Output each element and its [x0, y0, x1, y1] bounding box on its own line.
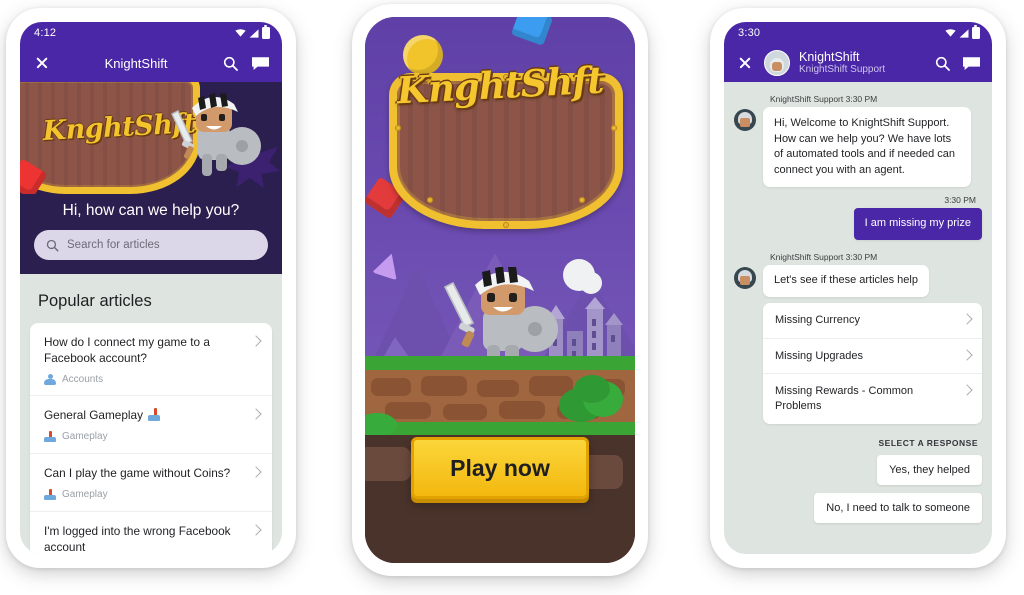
list-item[interactable]: How do I connect my game to a Facebook a…: [30, 323, 272, 396]
status-time: 4:12: [34, 27, 57, 39]
list-item[interactable]: Can I play the game without Coins? Gamep…: [30, 454, 272, 512]
list-item[interactable]: Missing Upgrades: [763, 339, 982, 375]
message-bubble: Hi, Welcome to KnightShift Support. How …: [763, 107, 971, 188]
search-icon[interactable]: [932, 53, 952, 73]
wifi-icon: [945, 29, 956, 37]
status-icons: [945, 25, 980, 39]
message-row-agent: Let's see if these articles help: [734, 265, 982, 297]
chevron-right-icon: [961, 348, 973, 361]
articles-card: How do I connect my game to a Facebook a…: [30, 323, 272, 554]
phone-mockup-game-splash: KnghtShft Play now: [352, 4, 648, 576]
status-icons: [235, 25, 270, 39]
status-time: 3:30: [738, 27, 761, 39]
message-row-agent: Hi, Welcome to KnightShift Support. How …: [734, 107, 982, 188]
chat-name: KnightShift: [799, 49, 860, 64]
response-options: Yes, they helped No, I need to talk to s…: [734, 455, 982, 531]
message-meta: 3:30 PM: [944, 195, 976, 206]
bush-decoration: [559, 375, 623, 422]
suggestion-label: Missing Rewards - Common Problems: [775, 385, 914, 413]
agent-avatar: [734, 267, 756, 290]
app-bar: KnightShift: [20, 44, 282, 82]
search-input[interactable]: Search for articles: [34, 230, 268, 260]
message-meta: KnightShift Support 3:30 PM: [770, 94, 878, 104]
phone-mockup-help-center: 4:12 KnightShift KnghtShft Hi, how can w…: [6, 8, 296, 568]
article-title: How do I connect my game to a Facebook a…: [44, 335, 210, 365]
chat-icon[interactable]: [250, 53, 270, 73]
message-row-user: I am missing my prize: [734, 208, 982, 241]
chat-app-bar: KnightShift KnightShift Support: [724, 44, 992, 82]
joystick-icon: [148, 407, 162, 422]
suggested-articles-card: Missing Currency Missing Upgrades Missin…: [763, 302, 982, 425]
hero-headline: Hi, how can we help you?: [62, 202, 240, 219]
joystick-icon: [44, 488, 56, 501]
chat-identity: KnightShift KnightShift Support: [799, 50, 923, 77]
chat-message-list: KnightShift Support 3:30 PM Hi, Welcome …: [724, 82, 992, 554]
article-title: I'm logged into the wrong Facebook accou…: [44, 523, 231, 554]
joystick-icon: [44, 430, 56, 443]
chevron-right-icon: [961, 384, 973, 397]
search-icon: [46, 239, 59, 252]
message-bubble: Let's see if these articles help: [763, 265, 929, 297]
bush-decoration: [365, 413, 397, 435]
article-category-label: Accounts: [62, 373, 104, 385]
page-title: Popular articles: [38, 292, 152, 310]
phone1-screen: 4:12 KnightShift KnghtShft Hi, how can w…: [20, 22, 282, 554]
phone3-screen: 3:30 KnightShift KnightShift Support Kni…: [724, 22, 992, 554]
search-placeholder: Search for articles: [67, 239, 160, 251]
response-option-no[interactable]: No, I need to talk to someone: [814, 493, 982, 524]
status-bar: 4:12: [20, 22, 282, 44]
close-icon[interactable]: [735, 53, 755, 73]
screenshot-canvas: 4:12 KnightShift KnghtShft Hi, how can w…: [0, 0, 1024, 595]
search-icon[interactable]: [220, 53, 240, 73]
article-category: Gameplay: [44, 430, 258, 443]
list-item[interactable]: General Gameplay Gameplay: [30, 396, 272, 454]
signal-icon: [959, 28, 969, 38]
article-category-label: Gameplay: [62, 431, 108, 443]
wifi-icon: [235, 29, 246, 37]
select-response-header: SELECT A RESPONSE: [878, 438, 978, 449]
suggestion-label: Missing Currency: [775, 313, 860, 326]
article-category-label: Gameplay: [62, 489, 108, 501]
popular-articles-panel: Popular articles How do I connect my gam…: [20, 274, 282, 554]
game-splash: KnghtShft Play now: [365, 17, 635, 563]
hero-banner: KnghtShft Hi, how can we help you? Searc…: [20, 82, 282, 274]
response-option-yes[interactable]: Yes, they helped: [877, 455, 982, 486]
list-item[interactable]: Missing Currency: [763, 303, 982, 339]
avatar: [764, 50, 790, 76]
chevron-right-icon: [961, 312, 973, 325]
app-title: KnightShift: [104, 55, 168, 71]
list-item[interactable]: Missing Rewards - Common Problems: [763, 374, 982, 424]
knight-character: [171, 93, 261, 176]
phone-mockup-chat: 3:30 KnightShift KnightShift Support Kni…: [710, 8, 1006, 568]
suggestion-label: Missing Upgrades: [775, 349, 864, 362]
close-icon[interactable]: [32, 53, 52, 73]
signal-icon: [249, 28, 259, 38]
status-bar: 3:30: [724, 22, 992, 44]
play-now-button[interactable]: Play now: [411, 437, 589, 499]
person-icon: [44, 373, 56, 385]
message-bubble: I am missing my prize: [853, 208, 982, 241]
hero-artwork: KnghtShft: [20, 82, 282, 194]
article-category: Accounts: [44, 373, 258, 385]
article-title: Can I play the game without Coins?: [44, 465, 231, 480]
message-meta: KnightShift Support 3:30 PM: [770, 252, 878, 263]
chat-icon[interactable]: [961, 53, 981, 73]
phone2-screen: KnghtShft Play now: [365, 17, 635, 563]
article-title-wrap: General Gameplay: [44, 407, 258, 424]
chat-subname: KnightShift Support: [799, 64, 886, 76]
battery-icon: [972, 25, 980, 39]
article-category: Gameplay: [44, 488, 258, 501]
list-item[interactable]: I'm logged into the wrong Facebook accou…: [30, 512, 272, 554]
agent-avatar: [734, 109, 756, 131]
article-title: General Gameplay: [44, 407, 144, 422]
battery-icon: [262, 25, 270, 39]
